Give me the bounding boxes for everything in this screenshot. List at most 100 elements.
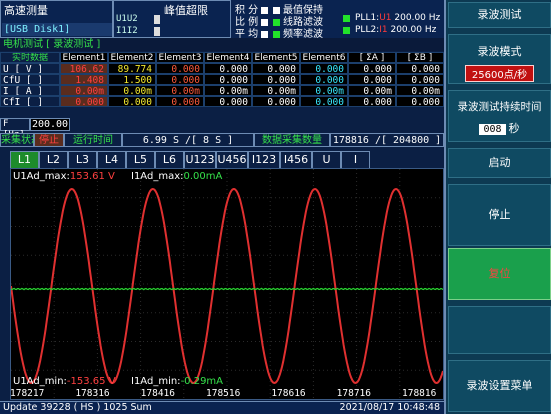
column-header[interactable]: Element2 — [108, 52, 156, 63]
tab-l5[interactable]: L5 — [126, 151, 155, 168]
instrument-screen: 高速测量 [USB Disk1] 峰值超限 U1U2 I1I2 积 分 比 例 … — [0, 0, 551, 414]
peak-overrange-title: 峰值超限 — [164, 4, 208, 17]
function-flags: 积 分 比 例 平 均 最值保持 线路滤波 频率滤波 PLL1:U1 200.0… — [231, 0, 444, 40]
column-header[interactable]: Element5 — [252, 52, 300, 63]
record-duration-button[interactable]: 录波测试持续时间 008 秒 — [448, 90, 551, 142]
measurement-panel-title: 电机测试 [ 录波测试 ] — [0, 38, 444, 51]
column-header[interactable]: Element1 — [60, 52, 108, 63]
pll2-readout: PLL2:I1 200.00 Hz — [355, 25, 437, 35]
sample-count-label: 数据采集数量 — [254, 133, 330, 147]
frequency-bar: F [Hz] 200.00 — [0, 118, 444, 140]
table-cell: 0.00m — [108, 85, 156, 96]
row-label: U [ V ] — [0, 63, 60, 74]
record-settings-menu-button[interactable]: 录波设置菜单 — [448, 360, 551, 412]
table-row-current: I [ A ] 0.00m 0.00m 0.00m 0.00m 0.00m 0.00m 0.0… — [0, 85, 444, 96]
tab-l3[interactable]: L3 — [68, 151, 97, 168]
record-mode-value: 25600点/秒 — [464, 65, 535, 82]
row-label: I [ A ] — [0, 85, 60, 96]
table-cell: 0.000 — [204, 96, 252, 107]
flag-on-indicator — [273, 30, 280, 38]
date-time: 2021/08/17 10:48:48 — [339, 402, 440, 413]
current-series-line — [11, 287, 443, 291]
record-mode-label: 录波模式 — [477, 45, 522, 58]
record-duration-unit: 秒 — [508, 122, 520, 135]
table-cell: 0.000 — [204, 74, 252, 85]
tab-u123[interactable]: U123 — [184, 151, 216, 168]
pll1-readout: PLL1:U1 200.00 Hz — [355, 13, 441, 23]
record-mode-button[interactable]: 录波模式 25600点/秒 — [448, 34, 551, 84]
table-row-crest-voltage: CfU [ ] 1.408 1.500 0.000 0.000 0.000 0.000 0.0… — [0, 74, 444, 85]
table-cell: 0.000 — [252, 74, 300, 85]
table-row-crest-current: CfI [ ] 0.000 0.000 0.000 0.000 0.000 0.000 0.0… — [0, 96, 444, 107]
table-cell: 0.000 — [108, 96, 156, 107]
table-cell: 0.000 — [300, 74, 348, 85]
table-cell: 0.000 — [252, 96, 300, 107]
table-row-voltage: U [ V ] 106.62 89.774 0.000 0.000 0.000 0.000 0… — [0, 63, 444, 74]
record-duration-input[interactable]: 008 — [479, 124, 506, 135]
table-cell: 0.000 — [204, 63, 252, 74]
tab-i456[interactable]: I456 — [280, 151, 312, 168]
reset-button[interactable]: 复位 — [448, 248, 551, 300]
pll1-indicator — [343, 15, 350, 22]
current-max-readout: I1Ad_max:0.00mA — [131, 171, 223, 182]
measurement-mode-title: 高速测量 — [4, 4, 48, 17]
overrange-current-channels: I1I2 — [116, 26, 138, 36]
tab-i[interactable]: I — [341, 151, 370, 168]
pll2-indicator — [343, 27, 350, 34]
table-cell: 0.000 — [396, 74, 444, 85]
x-tick-label: 178716 — [336, 388, 371, 399]
table-cell: 1.500 — [108, 74, 156, 85]
waveform-display[interactable]: U1Ad_max:153.61 V I1Ad_max:0.00mA U1Ad_m… — [10, 168, 444, 400]
voltage-min-readout: U1Ad_min:-153.65 V — [13, 376, 116, 387]
tab-u[interactable]: U — [312, 151, 341, 168]
table-cell: 0.000 — [300, 96, 348, 107]
softkey-panel: 录波测试 录波模式 25600点/秒 录波测试持续时间 008 秒 启动 停止 复… — [444, 0, 551, 414]
tab-u456[interactable]: U456 — [216, 151, 248, 168]
x-tick-label: 178316 — [75, 388, 110, 399]
tab-l2[interactable]: L2 — [39, 151, 68, 168]
column-header[interactable]: Element4 — [204, 52, 252, 63]
table-cell: 0.000 — [396, 63, 444, 74]
x-tick-label: 178416 — [140, 388, 175, 399]
table-cell: 0.00m — [396, 85, 444, 96]
acquisition-status-bar: 采集状态 停止 运行时间 6.99 S /[ 8 S ] 数据采集数量 1788… — [0, 133, 444, 147]
bottom-status-bar: Update 39228 ( HS ) 1025 Sum 2021/08/17 … — [0, 401, 444, 414]
waveform-x-axis: 178217 178316 178416 178516 178616 178716 1788… — [0, 388, 444, 400]
flag-off-indicator — [261, 30, 269, 38]
table-header-row: 实时数据 Element1 Element2 Element3 Element4… — [0, 52, 444, 63]
x-tick-label: 178616 — [271, 388, 306, 399]
overrange-indicator — [154, 27, 160, 36]
table-cell: 89.774 — [108, 63, 156, 74]
tab-l4[interactable]: L4 — [97, 151, 126, 168]
column-header[interactable]: Element3 — [156, 52, 204, 63]
runtime-label: 运行时间 — [64, 133, 122, 147]
tab-l1[interactable]: L1 — [10, 151, 39, 169]
column-header[interactable]: Element6 — [300, 52, 348, 63]
x-tick-label: 178217 — [10, 388, 45, 399]
column-header[interactable]: [ ΣA ] — [348, 52, 396, 63]
top-status-bar: 高速测量 [USB Disk1] 峰值超限 U1U2 I1I2 积 分 比 例 … — [0, 0, 444, 40]
table-cell: 0.00m — [300, 85, 348, 96]
table-cell: 0.000 — [60, 96, 108, 107]
table-cell: 0.000 — [348, 96, 396, 107]
table-cell: 0.000 — [348, 63, 396, 74]
overrange-voltage-channels: U1U2 — [116, 14, 138, 24]
peak-overrange-box: 峰值超限 U1U2 I1I2 — [113, 0, 231, 38]
table-cell: 0.000 — [252, 63, 300, 74]
table-cell: 0.000 — [156, 74, 204, 85]
frequency-value: 200.00 — [30, 118, 70, 131]
softkey-blank — [448, 306, 551, 354]
column-header[interactable]: [ ΣB ] — [396, 52, 444, 63]
x-tick-label: 178816 — [402, 388, 437, 399]
tab-l6[interactable]: L6 — [155, 151, 184, 168]
waveform-tabs: L1 L2 L3 L4 L5 L6 U123 U456 I123 I456 U I — [0, 151, 444, 169]
start-button[interactable]: 启动 — [448, 148, 551, 178]
sample-count-value: 178816 /[ 204800 ] — [330, 133, 444, 147]
table-cell: 106.62 — [60, 63, 108, 74]
tab-i123[interactable]: I123 — [248, 151, 280, 168]
frequency-label: F [Hz] — [0, 118, 30, 140]
x-tick-label: 178516 — [206, 388, 241, 399]
measurement-mode-box: 高速测量 [USB Disk1] — [0, 0, 113, 38]
stop-button[interactable]: 停止 — [448, 184, 551, 246]
record-duration-label: 录波测试持续时间 — [457, 101, 542, 113]
